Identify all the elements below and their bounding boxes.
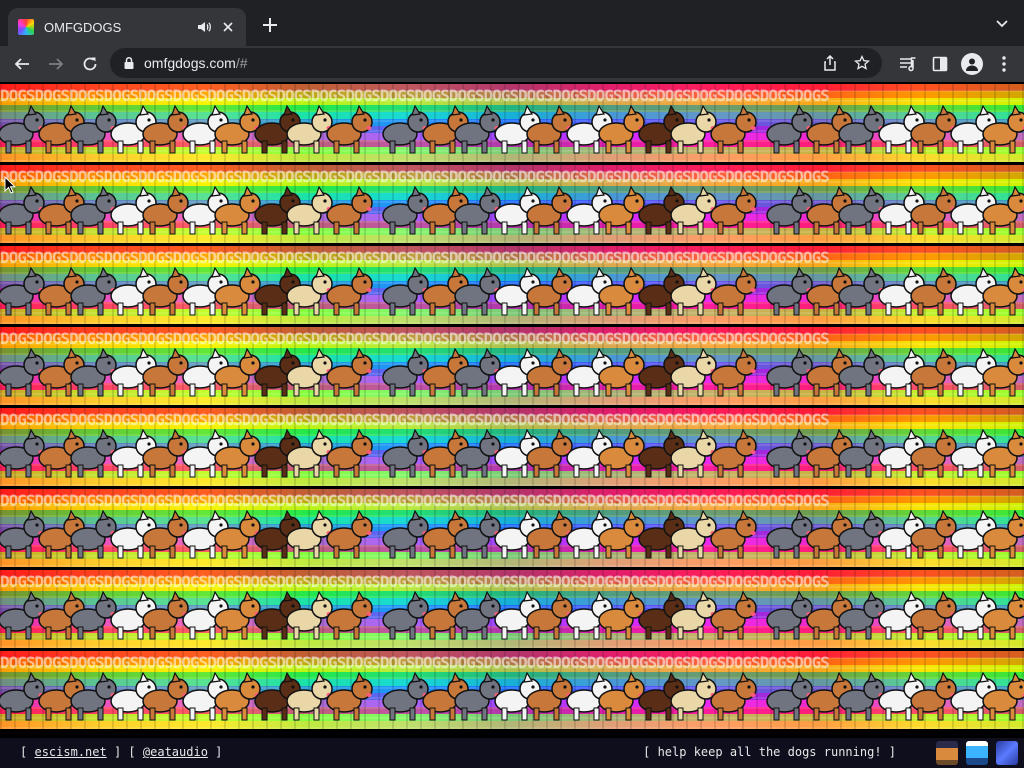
dog-pack [766, 428, 1024, 478]
tab-title: OMFGDOGS [44, 19, 122, 35]
dog-band: DOGSDOGSDOGSDOGSDOGSDOGSDOGSDOGSDOGSDOGS… [0, 570, 1024, 648]
lock-icon[interactable] [122, 56, 136, 70]
tab-strip: OMFGDOGS [0, 0, 1024, 46]
dog-pack [382, 509, 757, 559]
reload-icon[interactable] [78, 52, 102, 76]
dog-pack [766, 266, 1024, 316]
bracket: ] [113, 745, 122, 759]
dog-pack [0, 428, 373, 478]
shiba-pixel-icon[interactable] [936, 741, 958, 765]
footer-bar: [ escism.net ] [ @eataudio ] [ help keep… [0, 738, 1024, 768]
dog-pack [382, 347, 757, 397]
dog-pack [0, 671, 373, 721]
footer-links: [ escism.net ] [ @eataudio ] [20, 745, 222, 759]
dog-pack [382, 671, 757, 721]
dog-pack [382, 428, 757, 478]
dog-band: DOGSDOGSDOGSDOGSDOGSDOGSDOGSDOGSDOGSDOGS… [0, 408, 1024, 486]
plus-icon[interactable] [258, 13, 282, 37]
dog-pack [0, 185, 373, 235]
running-dogs [0, 347, 1024, 397]
running-dogs [0, 428, 1024, 478]
star-icon[interactable] [852, 53, 872, 73]
bracket: [ [20, 745, 28, 759]
more-icon[interactable] [992, 52, 1016, 76]
browser-toolbar: omfgdogs.com/# [0, 46, 1024, 82]
running-dogs [0, 266, 1024, 316]
page-content: DOGSDOGSDOGSDOGSDOGSDOGSDOGSDOGSDOGSDOGS… [0, 82, 1024, 768]
forward-icon[interactable] [44, 52, 68, 76]
dog-pack [766, 590, 1024, 640]
dog-pack [0, 104, 373, 154]
person-pixel-icon[interactable] [966, 741, 988, 765]
dog-band: DOGSDOGSDOGSDOGSDOGSDOGSDOGSDOGSDOGSDOGS… [0, 84, 1024, 162]
eataudio-link[interactable]: @eataudio [143, 745, 208, 759]
dog-band: DOGSDOGSDOGSDOGSDOGSDOGSDOGSDOGSDOGSDOGS… [0, 165, 1024, 243]
dog-pack [382, 185, 757, 235]
dog-band: DOGSDOGSDOGSDOGSDOGSDOGSDOGSDOGSDOGSDOGS… [0, 489, 1024, 567]
running-dogs [0, 509, 1024, 559]
favicon-icon [18, 19, 34, 35]
dog-pack [0, 347, 373, 397]
url-domain: omfgdogs.com [144, 55, 236, 71]
url-path: /# [235, 55, 248, 71]
address-bar[interactable]: omfgdogs.com/# [110, 48, 882, 78]
sidepanel-icon[interactable] [928, 52, 952, 76]
dog-pack [382, 104, 757, 154]
dog-pack [766, 509, 1024, 559]
profile-icon[interactable] [960, 52, 984, 76]
running-dogs [0, 671, 1024, 721]
mouse-cursor-icon [4, 176, 16, 194]
footer-images [936, 741, 1018, 765]
help-dogs-text[interactable]: [ help keep all the dogs running! ] [643, 745, 896, 759]
dog-band: DOGSDOGSDOGSDOGSDOGSDOGSDOGSDOGSDOGSDOGS… [0, 246, 1024, 324]
back-icon[interactable] [10, 52, 34, 76]
dog-pack [0, 590, 373, 640]
media-icon[interactable] [896, 52, 920, 76]
dog-pack [382, 590, 757, 640]
chevron-down-icon[interactable] [992, 14, 1012, 34]
bracket: ] [215, 745, 223, 759]
tab-omfgdogs[interactable]: OMFGDOGS [8, 8, 246, 46]
volume-icon[interactable] [196, 19, 212, 35]
dog-pack [382, 266, 757, 316]
blue-pixel-icon[interactable] [996, 741, 1018, 765]
dog-pack [0, 266, 373, 316]
escism-link[interactable]: escism.net [34, 745, 106, 759]
url-text[interactable]: omfgdogs.com/# [144, 55, 808, 71]
dog-pack [766, 185, 1024, 235]
dog-pack [766, 104, 1024, 154]
dog-band: DOGSDOGSDOGSDOGSDOGSDOGSDOGSDOGSDOGSDOGS… [0, 651, 1024, 729]
running-dogs [0, 590, 1024, 640]
close-icon[interactable] [220, 19, 236, 35]
dog-pack [766, 671, 1024, 721]
bracket: [ [128, 745, 136, 759]
dog-band: DOGSDOGSDOGSDOGSDOGSDOGSDOGSDOGSDOGSDOGS… [0, 327, 1024, 405]
running-dogs [0, 185, 1024, 235]
share-icon[interactable] [820, 53, 840, 73]
toolbar-actions [896, 52, 1016, 76]
running-dogs [0, 104, 1024, 154]
dog-pack [766, 347, 1024, 397]
dog-pack [0, 509, 373, 559]
